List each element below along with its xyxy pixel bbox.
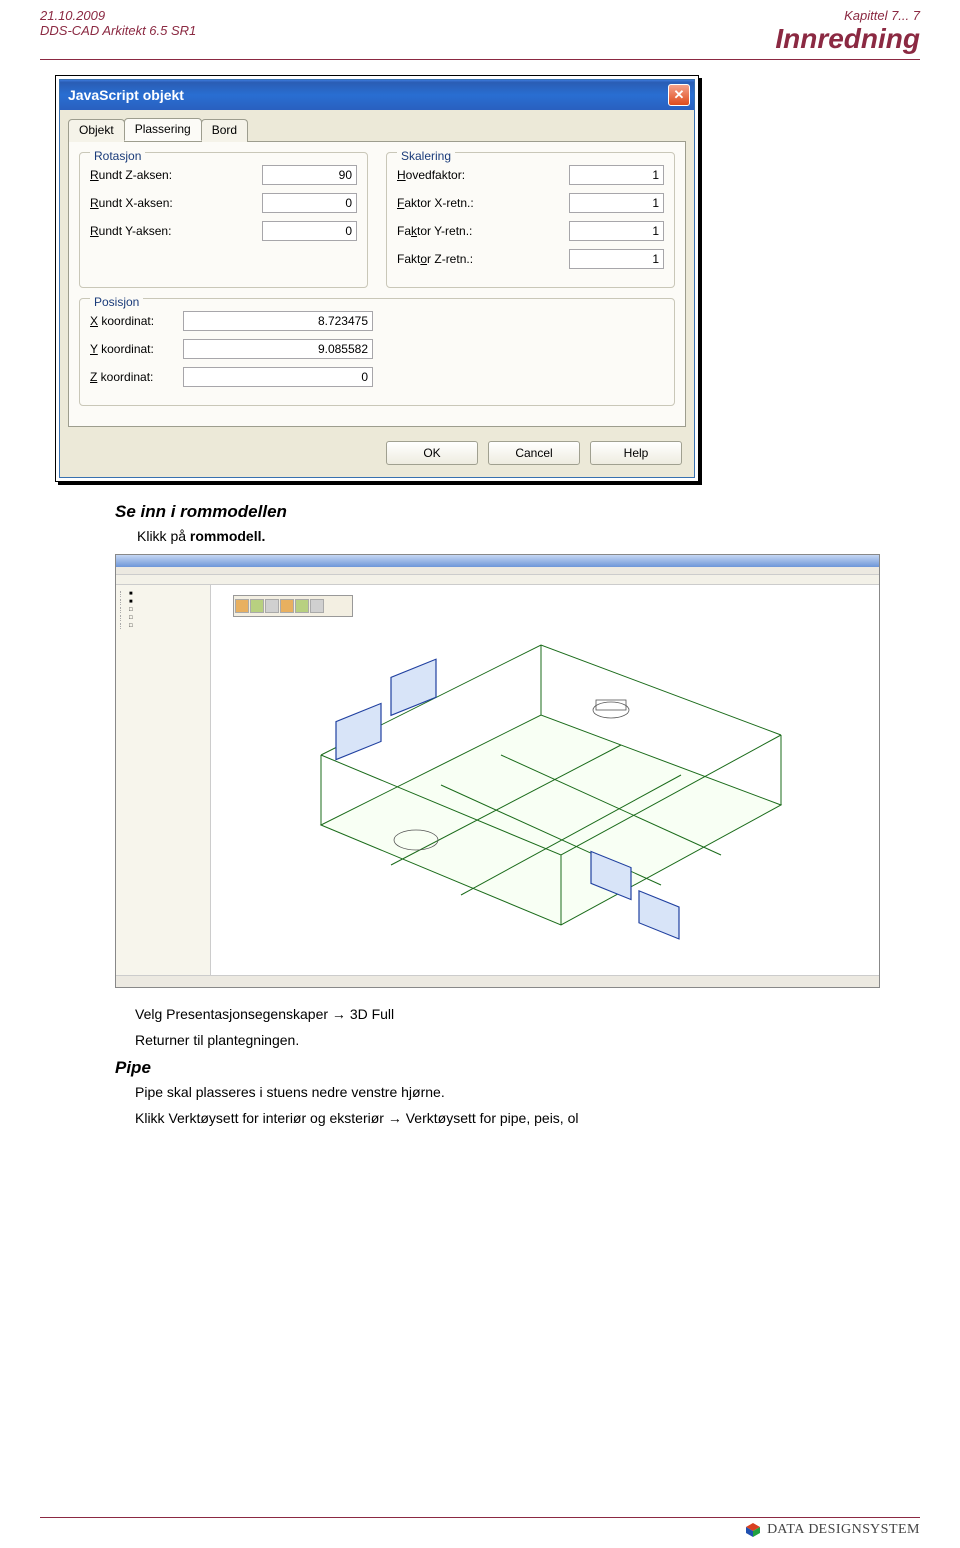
header-rule xyxy=(40,59,920,60)
cad-toolbar xyxy=(116,575,879,585)
input-rot-z[interactable] xyxy=(262,165,357,185)
tab-panel: Rotasjon Rundt Z-aksen: Rundt X-aksen: R… xyxy=(68,141,686,427)
text-pipe-place: Pipe skal plasseres i stuens nedre venst… xyxy=(135,1084,845,1100)
label-rot-x: Rundt X-aksen: xyxy=(90,196,173,210)
fieldset-rotasjon: Rotasjon Rundt Z-aksen: Rundt X-aksen: R… xyxy=(79,152,368,288)
cad-tree-panel: ■ ■ □ □ □ xyxy=(116,585,211,975)
footer-rule xyxy=(40,1517,920,1518)
label-scale-x: Faktor X-retn.: xyxy=(397,196,474,210)
cad-viewport xyxy=(211,585,879,975)
input-scale-y[interactable] xyxy=(569,221,664,241)
tree-item: ■ xyxy=(120,599,206,605)
input-scale-main[interactable] xyxy=(569,165,664,185)
text-pipe-toolset: Klikk Verktøysett for interiør og ekster… xyxy=(135,1110,845,1126)
tree-item: ■ xyxy=(120,591,206,597)
cancel-button[interactable]: Cancel xyxy=(488,441,580,465)
footer-brand-text: DATA DESIGNSYSTEM xyxy=(767,1522,920,1538)
cad-screenshot: ■ ■ □ □ □ xyxy=(115,554,880,988)
tab-objekt[interactable]: Objekt xyxy=(68,119,125,142)
room-3d-icon xyxy=(241,605,841,965)
status-segment xyxy=(871,979,873,985)
window-frame: JavaScript objekt ✕ Objekt Plassering Bo… xyxy=(59,79,695,478)
heading-pipe: Pipe xyxy=(115,1058,960,1078)
page-footer: DATA DESIGNSYSTEM xyxy=(0,1522,960,1548)
section-rommodell: Se inn i rommodellen Klikk på rommodell. xyxy=(115,502,845,544)
header-right: Kapittel 7... 7 Innredning xyxy=(775,8,920,55)
label-pos-y: Y koordinat: xyxy=(90,342,165,356)
input-scale-x[interactable] xyxy=(569,193,664,213)
tree-item: □ xyxy=(120,607,206,613)
cad-statusbar xyxy=(116,975,879,987)
input-pos-z[interactable] xyxy=(183,367,373,387)
input-rot-y[interactable] xyxy=(262,221,357,241)
window-title: JavaScript objekt xyxy=(68,87,184,103)
instructions-block: Velg Presentasjonsegenskaper → 3D Full R… xyxy=(135,1006,845,1048)
legend-skalering: Skalering xyxy=(397,149,455,163)
text-presentasjon: Velg Presentasjonsegenskaper → 3D Full xyxy=(135,1006,845,1022)
ok-button[interactable]: OK xyxy=(386,441,478,465)
header-title: Innredning xyxy=(775,23,920,55)
label-rot-y: Rundt Y-aksen: xyxy=(90,224,171,238)
heading-rommodell: Se inn i rommodellen xyxy=(115,502,845,522)
header-chapter: Kapittel 7... 7 xyxy=(844,8,920,23)
cad-body: ■ ■ □ □ □ xyxy=(116,585,879,975)
page-header: 21.10.2009 DDS-CAD Arkitekt 6.5 SR1 Kapi… xyxy=(0,0,960,59)
close-button[interactable]: ✕ xyxy=(668,84,690,106)
titlebar[interactable]: JavaScript objekt ✕ xyxy=(60,80,694,110)
pipe-block: Pipe skal plasseres i stuens nedre venst… xyxy=(135,1084,845,1126)
input-pos-y[interactable] xyxy=(183,339,373,359)
legend-rotasjon: Rotasjon xyxy=(90,149,145,163)
tree-item: □ xyxy=(120,623,206,629)
text-returner: Returner til plantegningen. xyxy=(135,1032,845,1048)
footer-logo: DATA DESIGNSYSTEM xyxy=(745,1522,920,1538)
cad-titlebar xyxy=(116,555,879,567)
tree-item: □ xyxy=(120,615,206,621)
status-segment xyxy=(858,979,860,985)
header-left: 21.10.2009 DDS-CAD Arkitekt 6.5 SR1 xyxy=(40,8,196,38)
close-icon: ✕ xyxy=(674,87,685,103)
input-rot-x[interactable] xyxy=(262,193,357,213)
text-klikk-rommodell: Klikk på rommodell. xyxy=(137,528,845,544)
label-rot-z: Rundt Z-aksen: xyxy=(90,168,172,182)
fieldset-posisjon: Posisjon X koordinat: Y koordinat: Z koo… xyxy=(79,298,675,406)
tab-bord[interactable]: Bord xyxy=(201,119,248,142)
header-app: DDS-CAD Arkitekt 6.5 SR1 xyxy=(40,23,196,38)
tab-plassering[interactable]: Plassering xyxy=(124,118,202,141)
input-scale-z[interactable] xyxy=(569,249,664,269)
dialog-buttons: OK Cancel Help xyxy=(60,435,694,477)
label-scale-z: Faktor Z-retn.: xyxy=(397,252,473,266)
help-button[interactable]: Help xyxy=(590,441,682,465)
dialog-screenshot: JavaScript objekt ✕ Objekt Plassering Bo… xyxy=(55,75,699,482)
label-pos-z: Z koordinat: xyxy=(90,370,165,384)
fieldset-skalering: Skalering Hovedfaktor: Faktor X-retn.: F… xyxy=(386,152,675,288)
label-scale-y: Faktor Y-retn.: xyxy=(397,224,472,238)
label-scale-main: Hovedfaktor: xyxy=(397,168,465,182)
tab-strip: Objekt Plassering Bord xyxy=(60,110,694,141)
legend-posisjon: Posisjon xyxy=(90,295,143,309)
label-pos-x: X koordinat: xyxy=(90,314,165,328)
logo-cube-icon xyxy=(745,1522,761,1538)
header-date: 21.10.2009 xyxy=(40,8,196,23)
input-pos-x[interactable] xyxy=(183,311,373,331)
cad-menubar xyxy=(116,567,879,575)
